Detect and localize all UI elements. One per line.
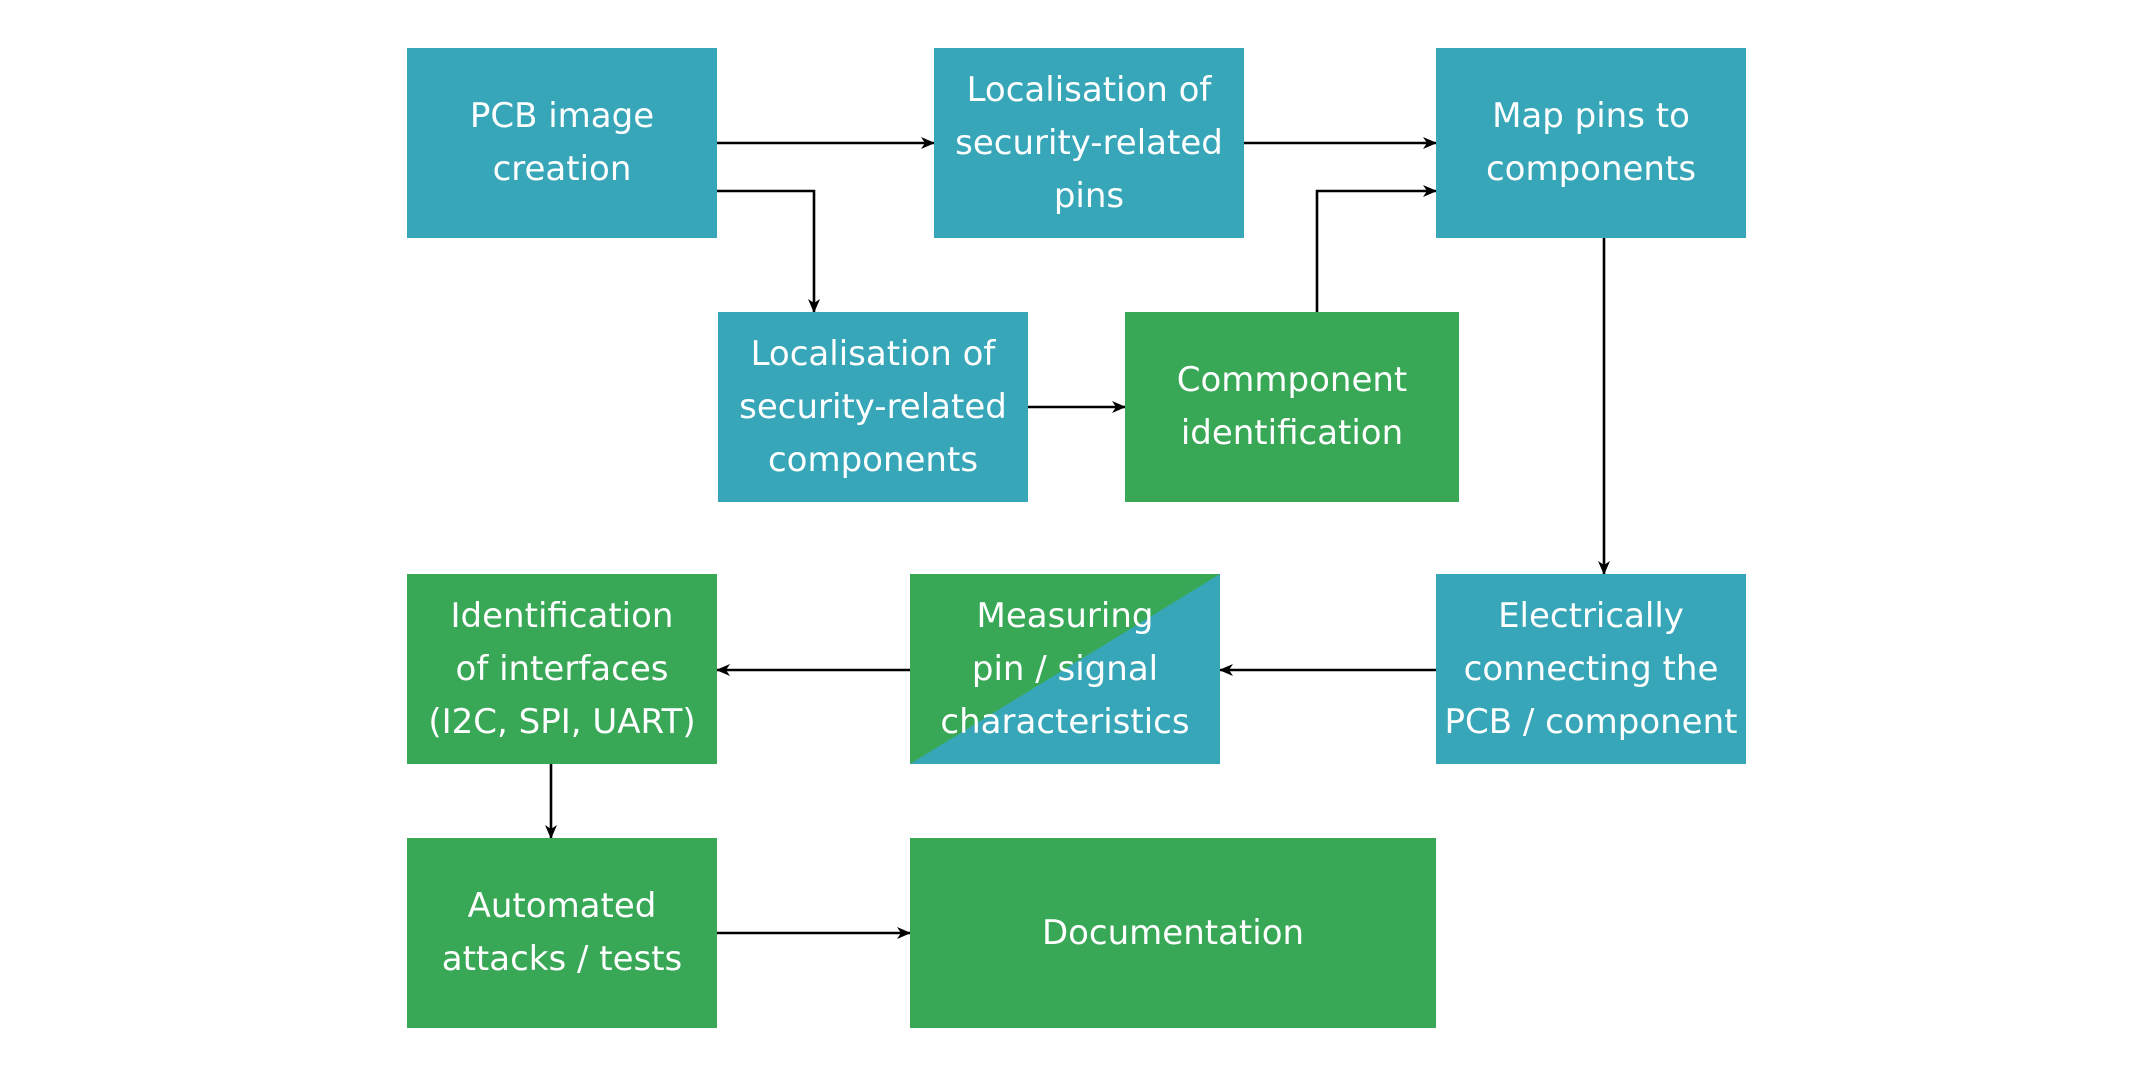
node-label-line: Localisation of [966, 69, 1212, 110]
node-label-line: Documentation [1041, 912, 1305, 953]
node-electrically-connecting: Electrically connecting the PCB / compon… [1436, 574, 1746, 764]
node-label-line: components [1485, 149, 1697, 189]
node-label-line: pin / signal [971, 648, 1159, 689]
node-component-identification: Commponent identification [1125, 312, 1459, 502]
node-pcb-image-creation: PCB image creation [407, 48, 717, 238]
node-label-line: Map pins to [1492, 96, 1690, 136]
node-label-line: Electrically [1498, 595, 1684, 636]
node-label-line: Localisation of [750, 333, 996, 374]
node-label-line: Commponent [1176, 360, 1408, 400]
arrow-identification-to-map [1315, 185, 1437, 312]
node-label-line: attacks / tests [441, 939, 683, 979]
node-localisation-pins: Localisation of security-related pins [934, 48, 1244, 238]
node-documentation: Documentation [910, 838, 1436, 1028]
node-label-line: security-related [739, 386, 1007, 427]
node-label-line: of interfaces [455, 648, 669, 689]
arrow-pcb-to-components [717, 189, 820, 313]
node-label-line: pins [1053, 175, 1125, 216]
node-label-line: Automated [467, 886, 657, 926]
node-label-line: identification [1180, 413, 1404, 453]
node-label-line: PCB / component [1444, 701, 1738, 742]
node-map-pins: Map pins to components [1436, 48, 1746, 238]
node-automated-attacks: Automated attacks / tests [407, 838, 717, 1028]
node-localisation-components: Localisation of security-related compone… [718, 312, 1028, 502]
node-label-line: (I2C, SPI, UART) [428, 701, 696, 742]
node-identification-interfaces: Identification of interfaces (I2C, SPI, … [407, 574, 717, 764]
node-label-line: connecting the [1463, 648, 1719, 689]
node-label-line: characteristics [940, 701, 1190, 742]
node-label-line: components [767, 439, 979, 480]
node-label-line: PCB image [469, 96, 655, 136]
node-label-line: Measuring [976, 595, 1154, 636]
node-measuring: Measuring pin / signal characteristics [910, 574, 1220, 764]
node-label-line: creation [492, 149, 632, 189]
node-label-line: security-related [955, 122, 1223, 163]
node-label-line: Identification [450, 595, 674, 636]
